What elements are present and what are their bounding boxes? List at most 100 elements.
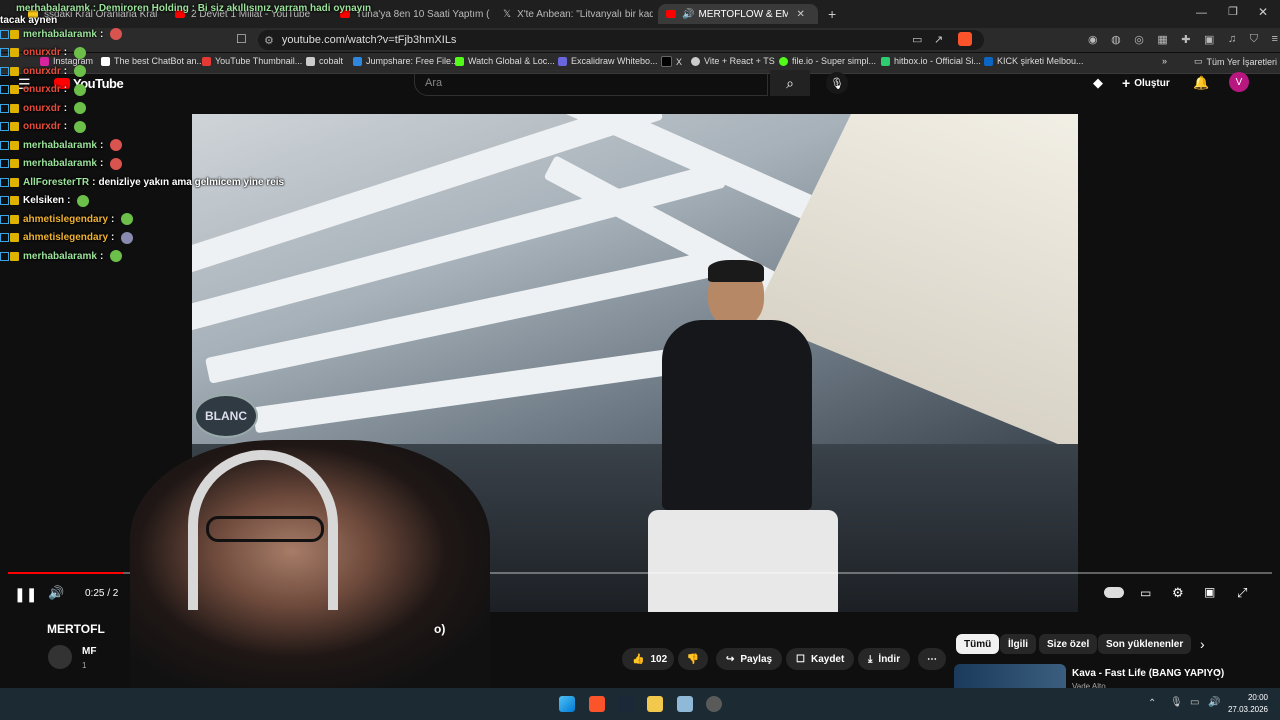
extension-icon[interactable]: ◎ xyxy=(1134,33,1144,46)
brave-shield-icon[interactable] xyxy=(958,32,972,46)
sub-badge-icon xyxy=(0,233,9,242)
chat-text: denizliye yakın ama gelmicem yine reis xyxy=(98,176,285,188)
notifications-icon[interactable]: 🔔 xyxy=(1193,75,1209,91)
cast-icon[interactable]: ▭ xyxy=(912,33,922,46)
sub-badge-icon xyxy=(0,29,9,39)
sidebar-icon[interactable]: ▣ xyxy=(1204,33,1214,46)
chat-username[interactable]: merhabalaramk xyxy=(23,140,97,151)
bookmark-item[interactable]: Jumpshare: Free File... xyxy=(353,56,459,66)
search-input[interactable]: Ara xyxy=(414,70,768,96)
bookmark-item[interactable]: X xyxy=(661,56,682,67)
gem-icon[interactable]: ◆ xyxy=(1093,75,1103,91)
all-bookmarks[interactable]: ▭ Tüm Yer İşaretleri xyxy=(1194,56,1277,67)
save-button[interactable]: ☐ Kaydet xyxy=(786,648,855,670)
jumpshare-icon xyxy=(353,56,362,66)
maximize-icon[interactable]: ❐ xyxy=(1228,5,1238,18)
like-button[interactable]: 👍 102 xyxy=(622,648,674,670)
chip-related[interactable]: İlgili xyxy=(1000,634,1036,654)
menu-icon[interactable]: ≡ xyxy=(1271,33,1277,46)
bookmark-item[interactable]: YouTube Thumbnail... xyxy=(202,56,302,66)
create-button[interactable]: + Oluştur xyxy=(1122,75,1170,91)
chat-username[interactable]: onurxdr xyxy=(23,84,61,95)
steam-taskbar-icon[interactable] xyxy=(618,696,634,712)
vpn-icon[interactable]: ⛉ xyxy=(1250,33,1258,46)
app-taskbar-icon[interactable] xyxy=(677,696,693,712)
bookmark-item[interactable]: The best ChatBot an... xyxy=(101,56,204,66)
chat-badge-icon xyxy=(10,140,19,150)
bookmark-item[interactable]: Vite + React + TS xyxy=(691,56,775,66)
chip-all[interactable]: Tümü xyxy=(956,634,1000,654)
music-icon[interactable]: ♫ xyxy=(1228,33,1236,46)
file-explorer-icon[interactable] xyxy=(647,696,663,712)
rec-menu-icon[interactable]: ⋮ xyxy=(1212,668,1224,682)
bookmark-item[interactable]: Excalidraw Whitebo... xyxy=(558,56,658,66)
share-button[interactable]: ↪ Paylaş xyxy=(716,648,783,670)
sub-badge-icon xyxy=(0,66,9,76)
chat-username[interactable]: merhabalaramk xyxy=(23,29,97,40)
avatar[interactable]: V xyxy=(1229,72,1249,92)
volume-icon[interactable]: 🔊 xyxy=(48,585,64,601)
channel-avatar[interactable] xyxy=(48,645,72,669)
network-icon[interactable]: ▭ xyxy=(1190,697,1199,708)
bookmark-item[interactable]: file.io - Super simpl... xyxy=(779,56,876,66)
chip-for-you[interactable]: Size özel xyxy=(1039,634,1098,654)
obs-taskbar-icon[interactable] xyxy=(706,696,722,712)
chat-username[interactable]: AllForesterTR xyxy=(23,177,89,188)
site-info-icon[interactable]: ⚙ xyxy=(264,34,274,47)
chat-username[interactable]: onurxdr xyxy=(23,47,61,58)
blanc-logo: BLANC xyxy=(194,394,258,438)
chat-username[interactable]: onurxdr xyxy=(23,121,61,132)
close-tab-icon[interactable]: ✕ xyxy=(796,9,804,20)
bookmarks-overflow-icon[interactable]: » xyxy=(1162,56,1167,66)
bookmark-item[interactable]: KICK şirketi Melbou... xyxy=(984,56,1084,66)
windows-start-icon[interactable] xyxy=(559,696,575,712)
chat-username[interactable]: onurxdr xyxy=(23,66,61,77)
chip-recent[interactable]: Son yüklenenler xyxy=(1098,634,1192,654)
minimize-icon[interactable]: — xyxy=(1196,7,1207,19)
clock-date[interactable]: 27.03.2026 xyxy=(1222,705,1268,714)
bookmark-icon[interactable]: ☐ xyxy=(236,32,247,46)
chat-message: onurxdr: xyxy=(0,63,87,79)
pause-icon[interactable]: ❚❚ xyxy=(14,586,37,603)
theater-mode-icon[interactable]: ▣ xyxy=(1204,585,1215,599)
puzzle-icon[interactable]: ✚ xyxy=(1181,33,1190,46)
brave-taskbar-icon[interactable] xyxy=(589,696,605,712)
clock-time[interactable]: 20:00 xyxy=(1236,693,1268,702)
dislike-button[interactable]: 👎 xyxy=(678,648,708,670)
chat-username[interactable]: Kelsiken xyxy=(23,195,64,206)
chat-username[interactable]: merhabalaramk xyxy=(23,251,97,262)
mic-icon[interactable]: 🎙 xyxy=(826,72,848,94)
fullscreen-icon[interactable]: ⤢ xyxy=(1237,585,1247,601)
tab-4[interactable]: 𝕏 X'te Anbean: "Litvanyalı bir kadın, Lit xyxy=(503,4,653,24)
tab-active[interactable]: 🔊MERTOFLOW & EMORGİNAL ✕ xyxy=(658,4,818,24)
rec-title[interactable]: Kava - Fast Life (BANG YAPIYO) xyxy=(1072,668,1224,679)
extension-icon[interactable]: ▦ xyxy=(1157,33,1167,46)
settings-gear-icon[interactable]: ⚙ xyxy=(1172,585,1184,601)
chat-username[interactable]: onurxdr xyxy=(23,103,61,114)
bookmark-item[interactable]: cobalt xyxy=(306,56,343,66)
share-page-icon[interactable]: ↗ xyxy=(934,33,943,46)
rec-thumbnail[interactable] xyxy=(954,664,1066,688)
mic-tray-icon[interactable]: 🎙 xyxy=(1170,697,1183,708)
autoplay-toggle[interactable] xyxy=(1104,587,1124,598)
chevron-right-icon[interactable]: › xyxy=(1200,636,1205,652)
tray-chevron-icon[interactable]: ⌃ xyxy=(1148,698,1156,709)
url-field[interactable]: ⚙ youtube.com/watch?v=tFjb3hmXILs xyxy=(258,30,984,50)
close-window-icon[interactable]: ✕ xyxy=(1258,5,1268,19)
extension-icon[interactable]: ◍ xyxy=(1111,33,1121,46)
plus-icon: + xyxy=(1122,75,1131,91)
extension-icon[interactable]: ◉ xyxy=(1088,33,1098,46)
chat-username[interactable]: ahmetislegendary xyxy=(23,232,108,243)
chat-username[interactable]: merhabalaramk xyxy=(23,158,97,169)
subtitles-icon[interactable]: ▭ xyxy=(1140,586,1151,600)
bookmark-item[interactable]: Watch Global & Loc... xyxy=(455,56,555,66)
blanc-text: BLANC xyxy=(205,409,247,423)
search-button[interactable]: ⌕ xyxy=(770,70,810,96)
new-tab-button[interactable]: + xyxy=(828,6,836,22)
volume-tray-icon[interactable]: 🔊 xyxy=(1208,697,1220,708)
more-actions-button[interactable]: ⋯ xyxy=(918,648,946,670)
chat-username[interactable]: ahmetislegendary xyxy=(23,214,108,225)
download-button[interactable]: ⤓ İndir xyxy=(858,648,911,670)
channel-name[interactable]: MF xyxy=(82,646,96,657)
bookmark-item[interactable]: hitbox.io - Official Si... xyxy=(881,56,981,66)
